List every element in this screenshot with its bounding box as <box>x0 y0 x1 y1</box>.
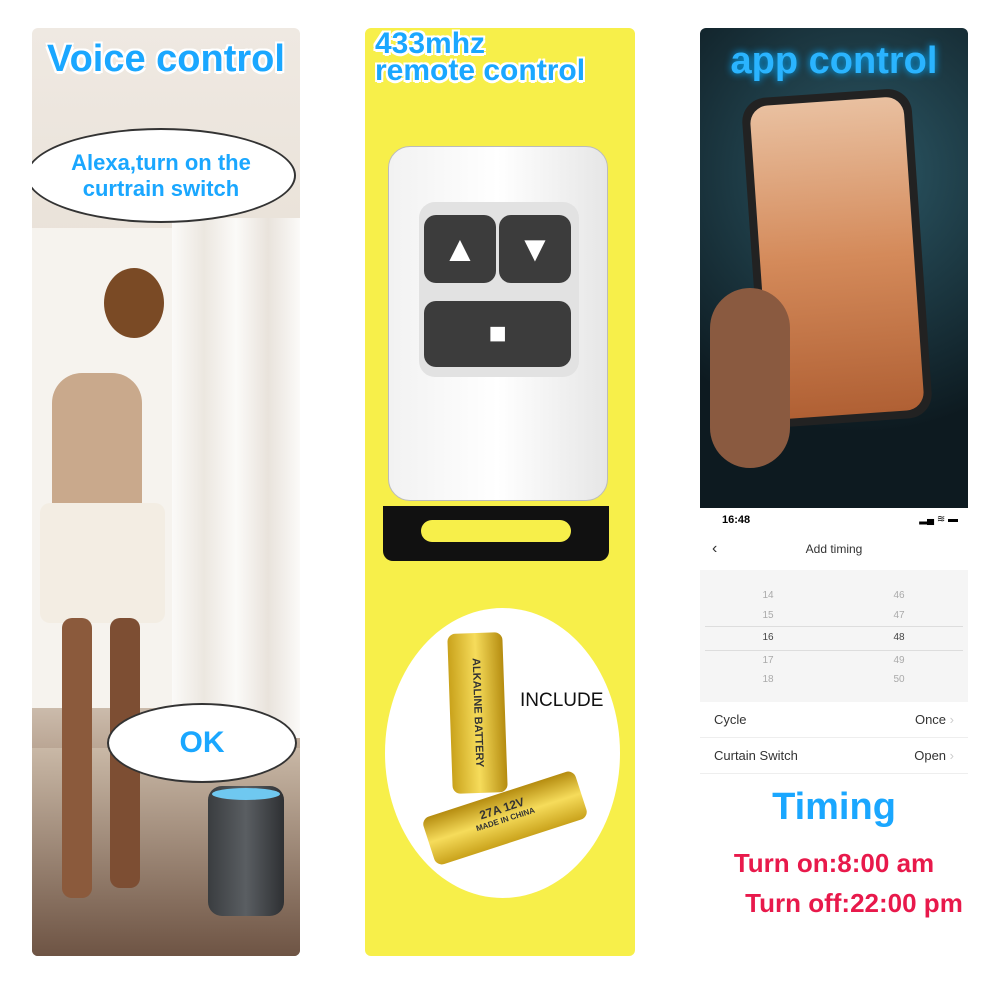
header-title: Add timing <box>805 542 863 556</box>
row-curtain-switch[interactable]: Curtain Switch Open › <box>700 738 968 774</box>
speech-bubble-ok: OK <box>107 703 297 783</box>
hour-option[interactable]: 14 <box>748 590 788 601</box>
row-label: Curtain Switch <box>714 748 798 763</box>
picker-selection <box>705 626 963 651</box>
chevron-right-icon: › <box>946 748 954 763</box>
minute-selected[interactable]: 48 <box>879 632 919 643</box>
up-arrow-icon[interactable]: ▲ <box>424 215 496 283</box>
down-arrow-icon[interactable]: ▼ <box>499 215 571 283</box>
person-leg <box>62 618 92 898</box>
title-line-2: remote control <box>375 54 586 87</box>
minute-option[interactable]: 46 <box>879 590 919 601</box>
timing-title: Timing <box>772 786 896 828</box>
turn-off-text: Turn off:22:00 pm <box>745 888 963 918</box>
app-screen: 16:48 ▂▄ ≋ ▬ ‹ Add timing 14 15 16 17 18… <box>700 508 968 956</box>
title-line-1: 433mhz <box>375 28 486 60</box>
person-shorts <box>40 503 165 623</box>
remote-control: ▲ ▼ ■ <box>388 146 608 501</box>
time-picker[interactable]: 14 15 16 17 18 46 47 48 49 50 <box>700 570 968 702</box>
hour-option[interactable]: 18 <box>748 674 788 685</box>
speech-bubble: Alexa,turn on the curtrain switch <box>32 128 296 223</box>
panel-title: Voice control <box>47 38 285 80</box>
chevron-right-icon: › <box>946 712 954 727</box>
status-time: 16:48 <box>722 514 751 526</box>
minute-option[interactable]: 50 <box>879 674 919 685</box>
smart-speaker <box>208 786 284 916</box>
stop-icon[interactable]: ■ <box>424 301 571 367</box>
battery-circle: ALKALINE BATTERY 27A 12V MADE IN CHINA IN… <box>385 608 620 898</box>
row-value: Once <box>914 712 947 727</box>
row-label: Cycle <box>714 712 747 727</box>
include-label: INCLUDE <box>520 690 604 711</box>
loop-hole <box>421 520 571 542</box>
row-cycle[interactable]: Cycle Once › <box>700 702 968 738</box>
voice-control-panel: Voice control Alexa,turn on the curtrain… <box>32 28 300 956</box>
battery-label: ALKALINE BATTERY <box>469 658 486 768</box>
turn-on-text: Turn on:8:00 am <box>733 848 935 878</box>
panel-title: app control <box>730 40 938 82</box>
panel-title: 433mhz remote control <box>365 28 635 87</box>
hand <box>710 288 790 468</box>
row-value: Open <box>914 748 947 763</box>
remote-control-panel: 433mhz remote control ▲ ▼ ■ ALKALINE BAT… <box>365 28 635 956</box>
hour-selected[interactable]: 16 <box>748 632 788 643</box>
status-icons: ▂▄ ≋ ▬ <box>919 514 958 525</box>
phone-photo <box>700 28 968 508</box>
remote-bottom-loop <box>383 506 609 561</box>
battery-vertical: ALKALINE BATTERY <box>447 632 508 794</box>
app-control-panel: app control 16:48 ▂▄ ≋ ▬ ‹ Add timing 14… <box>700 28 968 956</box>
curtain <box>172 218 300 738</box>
minute-option[interactable]: 49 <box>879 655 919 666</box>
minute-option[interactable]: 47 <box>879 610 919 621</box>
person-hair <box>104 268 164 338</box>
hour-option[interactable]: 15 <box>748 610 788 621</box>
speaker-light-ring <box>212 788 280 800</box>
person-top <box>52 373 142 513</box>
hour-option[interactable]: 17 <box>748 655 788 666</box>
